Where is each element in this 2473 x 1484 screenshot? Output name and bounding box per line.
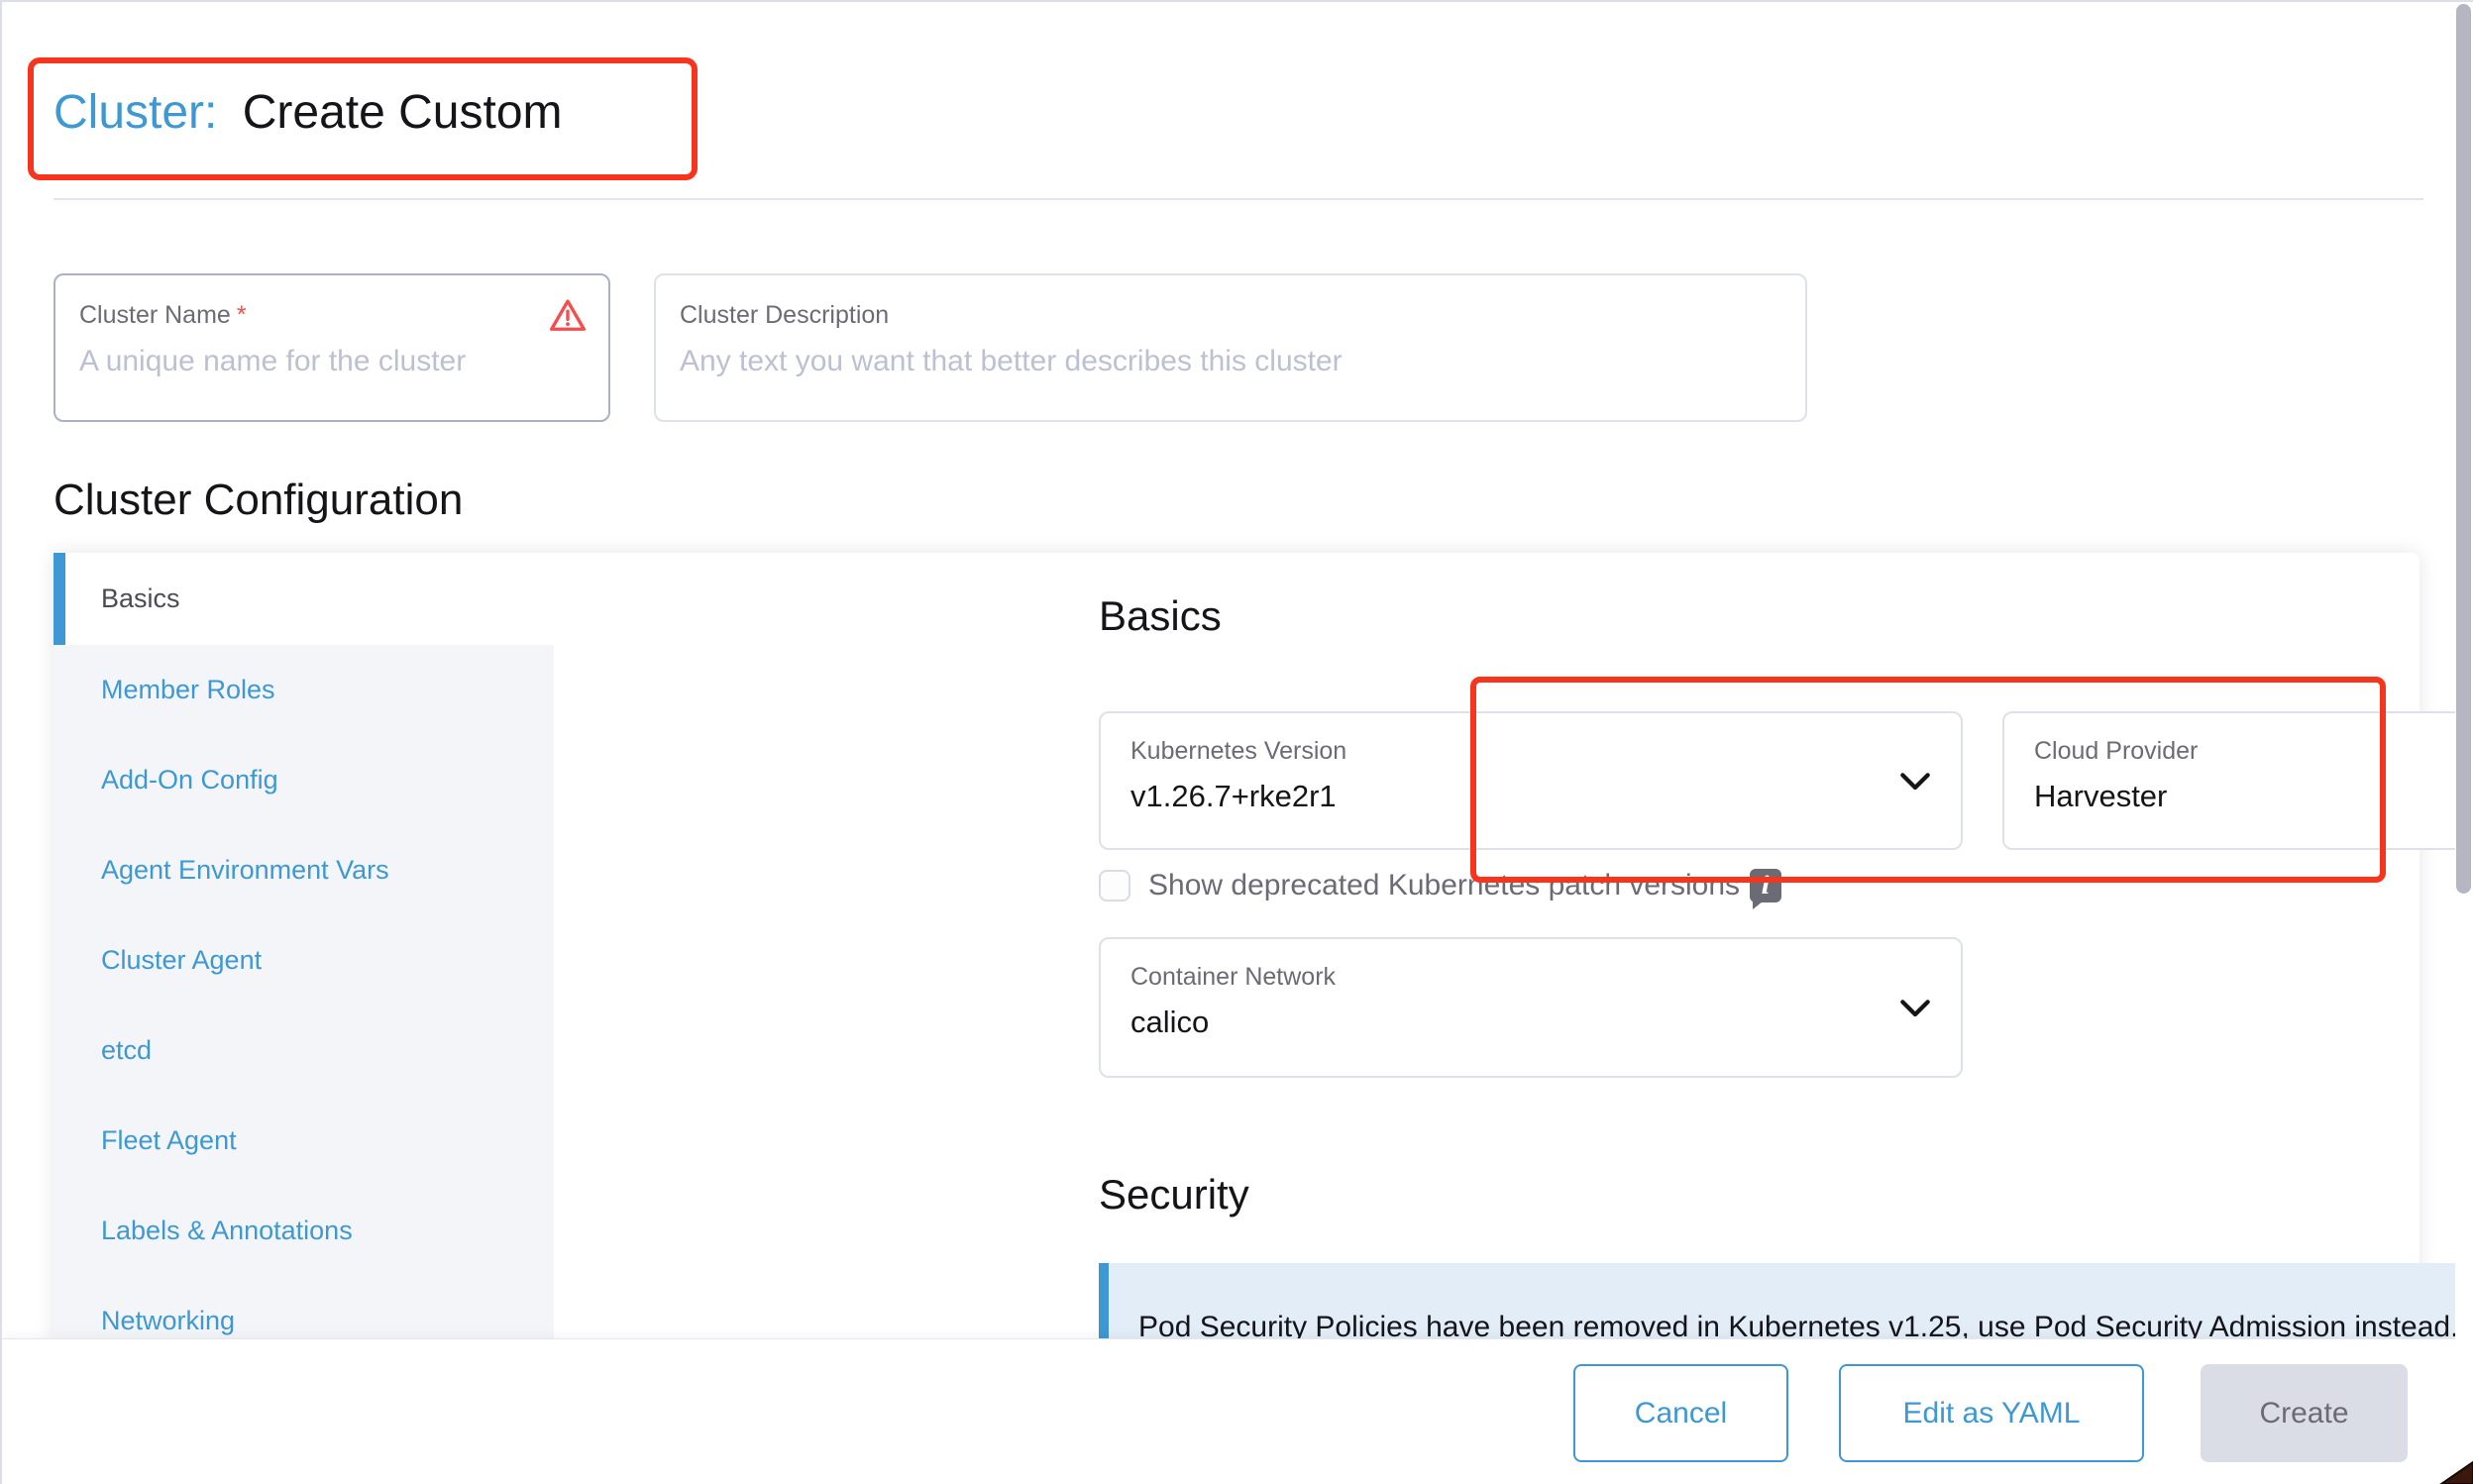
page-title: Cluster: Create Custom: [54, 83, 563, 143]
tab-basics[interactable]: Basics: [54, 553, 554, 645]
cluster-description-placeholder: Any text you want that better describes …: [680, 345, 1343, 378]
cluster-configuration-card: Basics Member Roles Add-On Config Agent …: [54, 553, 2419, 1345]
cloud-provider-value: Harvester: [2034, 779, 2167, 814]
cluster-name-placeholder: A unique name for the cluster: [79, 345, 466, 378]
scrollbar-thumb[interactable]: [2456, 4, 2471, 894]
tab-labels-annotations[interactable]: Labels & Annotations: [54, 1186, 554, 1276]
container-network-value: calico: [1130, 1005, 1209, 1040]
page-title-cluster: Cluster:: [54, 86, 217, 139]
edit-as-yaml-button[interactable]: Edit as YAML: [1839, 1364, 2144, 1462]
cluster-description-field[interactable]: Cluster Description Any text you want th…: [654, 273, 1807, 422]
container-network-dropdown[interactable]: Container Network calico: [1099, 937, 1963, 1078]
tab-content-basics: Basics Kubernetes Version v1.26.7+rke2r1…: [554, 553, 2419, 1345]
cancel-button[interactable]: Cancel: [1573, 1364, 1788, 1462]
tab-member-roles[interactable]: Member Roles: [54, 645, 554, 735]
active-tab-indicator: [54, 553, 65, 645]
page-title-create-custom: Create Custom: [243, 86, 563, 139]
show-deprecated-row: Show deprecated Kubernetes patch version…: [1099, 864, 1781, 907]
kubernetes-version-dropdown[interactable]: Kubernetes Version v1.26.7+rke2r1: [1099, 711, 1963, 850]
cluster-name-label: Cluster Name*: [79, 301, 247, 330]
create-button[interactable]: Create: [2201, 1364, 2408, 1462]
warning-icon: [549, 297, 587, 333]
config-tab-sidebar: Basics Member Roles Add-On Config Agent …: [54, 553, 554, 1345]
tab-cluster-agent[interactable]: Cluster Agent: [54, 915, 554, 1006]
security-section-heading: Security: [1099, 1171, 1249, 1219]
cluster-description-label: Cluster Description: [680, 301, 889, 330]
cluster-configuration-heading: Cluster Configuration: [54, 476, 463, 525]
show-deprecated-label: Show deprecated Kubernetes patch version…: [1148, 869, 1740, 902]
info-tooltip-icon[interactable]: i: [1750, 869, 1781, 902]
header-divider: [54, 198, 2423, 200]
chevron-down-icon: [1899, 772, 1931, 792]
create-custom-cluster-page: Cluster: Create Custom Cluster Name* A u…: [0, 0, 2473, 1484]
vertical-scrollbar: [2455, 2, 2473, 1484]
mouse-cursor: [2433, 1454, 2473, 1484]
cloud-provider-dropdown[interactable]: Cloud Provider Harvester: [2002, 711, 2473, 850]
basics-section-heading: Basics: [1099, 592, 1222, 640]
kubernetes-version-value: v1.26.7+rke2r1: [1130, 779, 1337, 814]
tab-etcd[interactable]: etcd: [54, 1006, 554, 1096]
chevron-down-icon: [1899, 999, 1931, 1018]
cluster-name-field[interactable]: Cluster Name* A unique name for the clus…: [54, 273, 610, 422]
show-deprecated-checkbox[interactable]: [1099, 870, 1130, 901]
tab-add-on-config[interactable]: Add-On Config: [54, 735, 554, 825]
action-footer: Cancel Edit as YAML Create: [2, 1338, 2473, 1484]
tab-agent-environment-vars[interactable]: Agent Environment Vars: [54, 825, 554, 915]
container-network-label: Container Network: [1130, 963, 1336, 992]
cloud-provider-label: Cloud Provider: [2034, 737, 2198, 766]
required-asterisk: *: [237, 301, 247, 329]
tab-fleet-agent[interactable]: Fleet Agent: [54, 1096, 554, 1186]
kubernetes-version-label: Kubernetes Version: [1130, 737, 1346, 766]
